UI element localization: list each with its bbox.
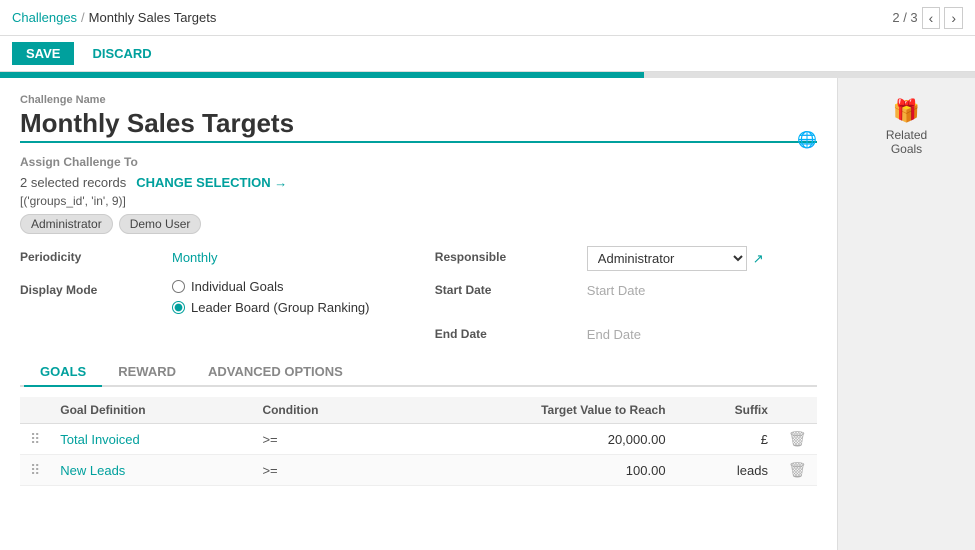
responsible-select[interactable]: Administrator <box>587 246 747 271</box>
domain-filter: [('groups_id', 'in', 9)] <box>20 194 817 208</box>
assign-row: 2 selected records CHANGE SELECTION → <box>20 175 817 190</box>
globe-icon[interactable]: 🌐 <box>797 130 817 150</box>
table-row: ⠿ Total Invoiced >= 20,000.00 £ 🗑 <box>20 424 817 455</box>
drag-handle[interactable]: ⠿ <box>30 431 40 447</box>
col-goal-definition: Goal Definition <box>50 397 252 424</box>
badge-demo-user: Demo User <box>119 214 202 234</box>
col-condition: Condition <box>252 397 398 424</box>
external-link-icon[interactable]: ↗ <box>753 251 764 267</box>
tab-goals[interactable]: GOALS <box>24 358 102 387</box>
periodicity-label: Periodicity <box>20 246 160 264</box>
badge-administrator: Administrator <box>20 214 113 234</box>
breadcrumb-bar: Challenges / Monthly Sales Targets 2 / 3… <box>0 0 975 36</box>
target-0: 20,000.00 <box>608 432 666 447</box>
discard-button[interactable]: DISCARD <box>82 42 161 65</box>
breadcrumb: Challenges / Monthly Sales Targets <box>12 10 216 25</box>
radio-individual[interactable]: Individual Goals <box>172 279 423 294</box>
content-wrapper: Challenge Name 🌐 Assign Challenge To 2 s… <box>0 78 975 550</box>
breadcrumb-separator: / <box>81 10 85 25</box>
pagination-next[interactable]: › <box>944 7 963 29</box>
radio-leaderboard[interactable]: Leader Board (Group Ranking) <box>172 300 423 315</box>
goals-table: Goal Definition Condition Target Value t… <box>20 397 817 486</box>
end-date-value[interactable]: End Date <box>587 323 817 342</box>
pagination-prev[interactable]: ‹ <box>922 7 941 29</box>
tab-reward[interactable]: REWARD <box>102 358 192 387</box>
condition-1: >= <box>262 463 277 478</box>
save-button[interactable]: SAVE <box>12 42 74 65</box>
gift-icon: 🎁 <box>893 98 920 124</box>
assign-label: Assign Challenge To <box>20 155 817 169</box>
target-1: 100.00 <box>626 463 666 478</box>
pagination: 2 / 3 ‹ › <box>892 7 963 29</box>
condition-0: >= <box>262 432 277 447</box>
radio-leaderboard-label: Leader Board (Group Ranking) <box>191 300 370 315</box>
delete-row-0[interactable]: 🗑 <box>788 430 807 448</box>
drag-handle[interactable]: ⠿ <box>30 462 40 478</box>
breadcrumb-current: Monthly Sales Targets <box>89 10 217 25</box>
display-mode-options: Individual Goals Leader Board (Group Ran… <box>172 279 423 315</box>
badges-row: Administrator Demo User <box>20 214 817 234</box>
change-selection-button[interactable]: CHANGE SELECTION → <box>136 175 287 190</box>
challenge-name-input[interactable] <box>20 108 817 143</box>
col-drag <box>20 397 50 424</box>
goal-total-invoiced[interactable]: Total Invoiced <box>60 432 140 447</box>
end-date-label: End Date <box>435 323 575 341</box>
table-row: ⠿ New Leads >= 100.00 leads 🗑 <box>20 455 817 486</box>
records-count: 2 selected records <box>20 175 126 190</box>
right-panel: 🎁 RelatedGoals <box>837 78 975 550</box>
col-delete <box>778 397 817 424</box>
form-grid: Periodicity Monthly Responsible Administ… <box>20 246 817 342</box>
start-date-label: Start Date <box>435 279 575 297</box>
related-goals-button[interactable]: 🎁 RelatedGoals <box>876 88 937 166</box>
related-goals-label: RelatedGoals <box>886 128 927 156</box>
display-mode-label: Display Mode <box>20 279 160 297</box>
breadcrumb-parent[interactable]: Challenges <box>12 10 77 25</box>
radio-individual-label: Individual Goals <box>191 279 284 294</box>
col-suffix: Suffix <box>676 397 778 424</box>
delete-row-1[interactable]: 🗑 <box>788 461 807 479</box>
responsible-row: Administrator ↗ <box>587 246 817 271</box>
main-content: Challenge Name 🌐 Assign Challenge To 2 s… <box>0 78 837 550</box>
action-bar: SAVE DISCARD <box>0 36 975 72</box>
periodicity-value[interactable]: Monthly <box>172 246 423 265</box>
tabs-bar: GOALS REWARD ADVANCED OPTIONS <box>20 358 817 387</box>
suffix-0: £ <box>761 432 768 447</box>
suffix-1: leads <box>737 463 768 478</box>
challenge-name-label: Challenge Name <box>20 94 817 106</box>
responsible-label: Responsible <box>435 246 575 264</box>
goal-new-leads[interactable]: New Leads <box>60 463 125 478</box>
col-target-value: Target Value to Reach <box>398 397 675 424</box>
pagination-text: 2 / 3 <box>892 10 917 25</box>
start-date-value[interactable]: Start Date <box>587 279 817 298</box>
tab-advanced[interactable]: ADVANCED OPTIONS <box>192 358 359 387</box>
